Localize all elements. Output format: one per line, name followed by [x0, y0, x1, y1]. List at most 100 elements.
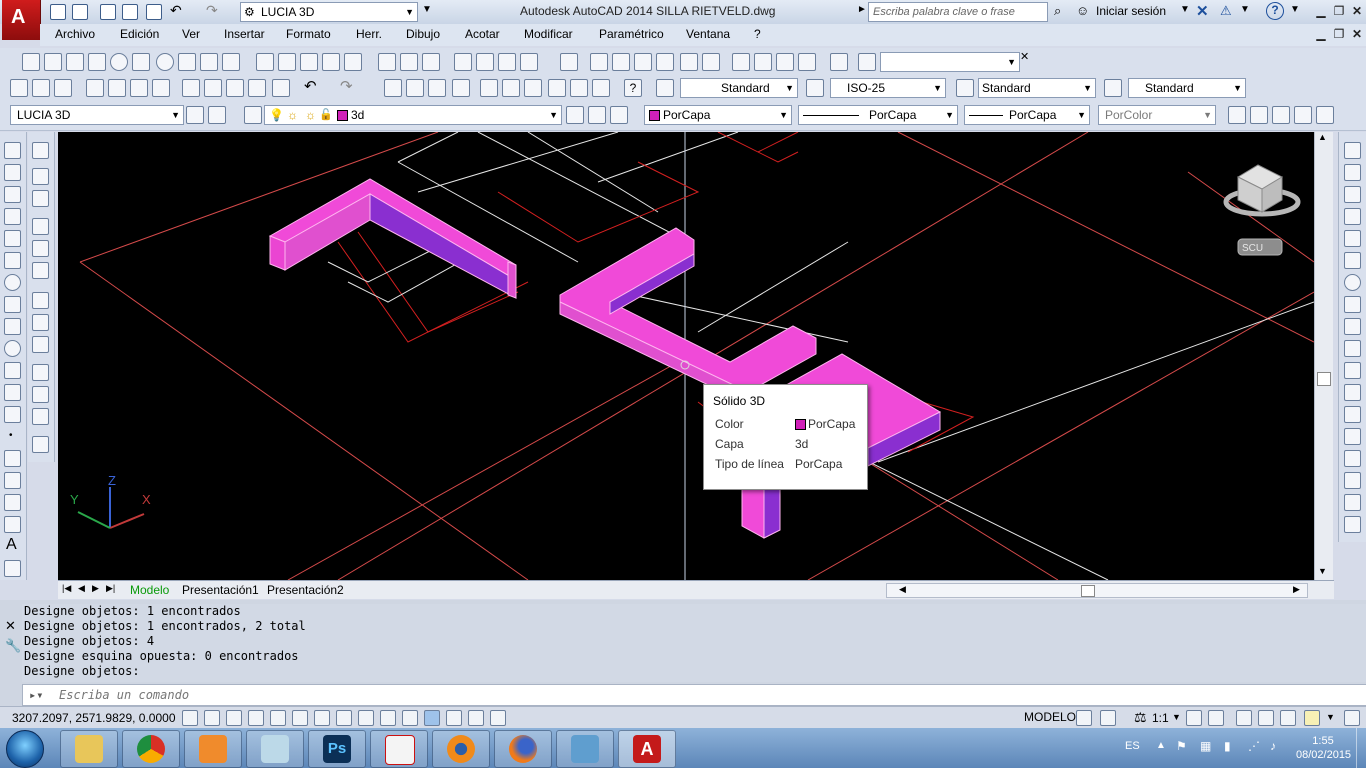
menu-parametrico[interactable]: Paramétrico — [599, 27, 664, 41]
insert-block-icon[interactable] — [4, 384, 21, 401]
scroll-up-icon[interactable]: ▲ — [1318, 132, 1327, 142]
sheet-set-icon[interactable] — [548, 79, 566, 97]
next-tab-icon[interactable]: ▶ — [92, 583, 99, 594]
open-icon[interactable] — [32, 79, 50, 97]
toolbar-close-icon[interactable]: ✕ — [1020, 50, 1029, 63]
blend-curves-icon[interactable] — [1344, 494, 1361, 511]
otrack-icon[interactable] — [336, 710, 352, 726]
make-current-layer-icon[interactable] — [566, 106, 584, 124]
infer-constraints-icon[interactable] — [182, 710, 198, 726]
paste-special-icon[interactable] — [248, 79, 266, 97]
isolate-objects-icon[interactable] — [1304, 710, 1320, 726]
sign-in-link[interactable]: Iniciar sesión — [1096, 4, 1166, 18]
properties-icon[interactable] — [480, 79, 498, 97]
ellipse-icon[interactable] — [4, 340, 21, 357]
ucs-icon[interactable] — [32, 142, 49, 159]
save-as-icon[interactable] — [122, 4, 138, 20]
visual-style-conceptual-icon[interactable] — [798, 53, 816, 71]
ucs-apply-icon[interactable] — [32, 436, 49, 453]
taskbar-app[interactable] — [246, 730, 304, 768]
sweep-icon[interactable] — [300, 53, 318, 71]
torus-icon[interactable] — [156, 53, 174, 71]
search-input[interactable]: Escriba palabra clave o frase — [868, 2, 1048, 22]
line-icon[interactable] — [4, 142, 21, 159]
application-menu-button[interactable]: A — [2, 0, 41, 40]
tray-wifi-icon[interactable]: ⋰ — [1248, 739, 1260, 753]
arc-icon[interactable] — [4, 252, 21, 269]
menu-help[interactable]: ? — [754, 27, 761, 41]
chamfer-icon[interactable] — [1344, 450, 1361, 467]
binoculars-icon[interactable]: ⌕ — [1054, 3, 1061, 19]
region-icon[interactable] — [4, 494, 21, 511]
visual-style-hidden-icon[interactable] — [754, 53, 772, 71]
undo-icon[interactable]: ↶ — [170, 2, 182, 19]
menu-ver[interactable]: Ver — [182, 27, 200, 41]
array-icon[interactable] — [1344, 230, 1361, 247]
move-icon[interactable] — [1344, 252, 1361, 269]
workspace-settings-icon[interactable] — [186, 106, 204, 124]
mleader-style-select[interactable]: Standard ▼ — [1128, 78, 1246, 98]
language-indicator[interactable]: ES — [1125, 740, 1140, 752]
chamfer-edge-icon[interactable] — [702, 53, 720, 71]
3d-move-icon[interactable] — [454, 53, 472, 71]
tray-flag-icon[interactable]: ⚑ — [1176, 739, 1187, 753]
table-icon[interactable] — [4, 516, 21, 533]
help-icon[interactable]: ? — [1266, 2, 1284, 20]
annotation-visibility-icon[interactable] — [1186, 710, 1202, 726]
mleader-style-icon[interactable] — [1104, 79, 1122, 97]
box-icon[interactable] — [44, 53, 62, 71]
ucs-object-icon[interactable] — [32, 240, 49, 257]
add-selected-icon[interactable] — [4, 560, 21, 577]
scroll-left-icon[interactable]: ◀ — [899, 584, 906, 595]
lineweight-toggle-icon[interactable] — [402, 710, 418, 726]
erase-icon[interactable] — [1344, 142, 1361, 159]
offset-icon[interactable] — [1344, 208, 1361, 225]
ucs-view-icon[interactable] — [32, 262, 49, 279]
close-button[interactable]: ✕ — [1348, 3, 1366, 19]
dim-style-select[interactable]: ISO-25 ▼ — [830, 78, 946, 98]
loft-icon[interactable] — [344, 53, 362, 71]
helix-icon[interactable] — [200, 53, 218, 71]
hatch-icon[interactable] — [4, 450, 21, 467]
status-menu-icon[interactable]: ▼ — [1326, 712, 1335, 722]
publish-icon[interactable] — [130, 79, 148, 97]
tray-volume-icon[interactable]: ♪ — [1270, 739, 1276, 753]
spline-icon[interactable] — [4, 318, 21, 335]
layer-state-icon[interactable] — [610, 106, 628, 124]
first-tab-icon[interactable]: |◀ — [62, 583, 71, 594]
polygon-icon[interactable] — [4, 208, 21, 225]
extrude-icon[interactable] — [256, 53, 274, 71]
minimize-button[interactable]: ▁ — [1312, 3, 1330, 19]
cascade-icon[interactable] — [1228, 106, 1246, 124]
help-dropdown-icon[interactable]: ▼ — [1290, 4, 1300, 15]
text-style-select[interactable]: Standard ▼ — [680, 78, 798, 98]
wedge-icon[interactable] — [66, 53, 84, 71]
flatshot-icon[interactable] — [590, 53, 608, 71]
viewcube[interactable] — [1223, 164, 1301, 256]
start-button[interactable] — [6, 730, 44, 768]
break-icon[interactable] — [1344, 406, 1361, 423]
doc-minimize-button[interactable]: ▁ — [1312, 26, 1330, 42]
taskbar-chrome[interactable] — [122, 730, 180, 768]
last-tab-icon[interactable]: ▶| — [106, 583, 115, 594]
intersect-icon[interactable] — [422, 53, 440, 71]
undo-toolbar-icon[interactable]: ↶ — [304, 77, 317, 95]
taskbar-explorer[interactable] — [60, 730, 118, 768]
zoom-window-icon[interactable] — [428, 79, 446, 97]
tile-vertical-icon[interactable] — [1272, 106, 1290, 124]
polar-tracking-icon[interactable] — [270, 710, 286, 726]
ortho-mode-icon[interactable] — [248, 710, 264, 726]
open-file-icon[interactable] — [72, 4, 88, 20]
lineweight-select[interactable]: PorCapa ▼ — [964, 105, 1090, 125]
doc-close-button[interactable]: ✕ — [1348, 26, 1366, 42]
break-at-point-icon[interactable] — [1344, 384, 1361, 401]
paste-icon[interactable] — [226, 79, 244, 97]
save-icon[interactable] — [100, 4, 116, 20]
scale-dropdown-icon[interactable]: ▼ — [1172, 712, 1181, 722]
ucs-3point-icon[interactable] — [32, 336, 49, 353]
3d-align-icon[interactable] — [498, 53, 516, 71]
hscroll-thumb[interactable] — [1081, 585, 1095, 597]
taskbar-firefox[interactable] — [494, 730, 552, 768]
ucs-origin-icon[interactable] — [32, 292, 49, 309]
clean-screen-icon[interactable] — [1344, 710, 1360, 726]
